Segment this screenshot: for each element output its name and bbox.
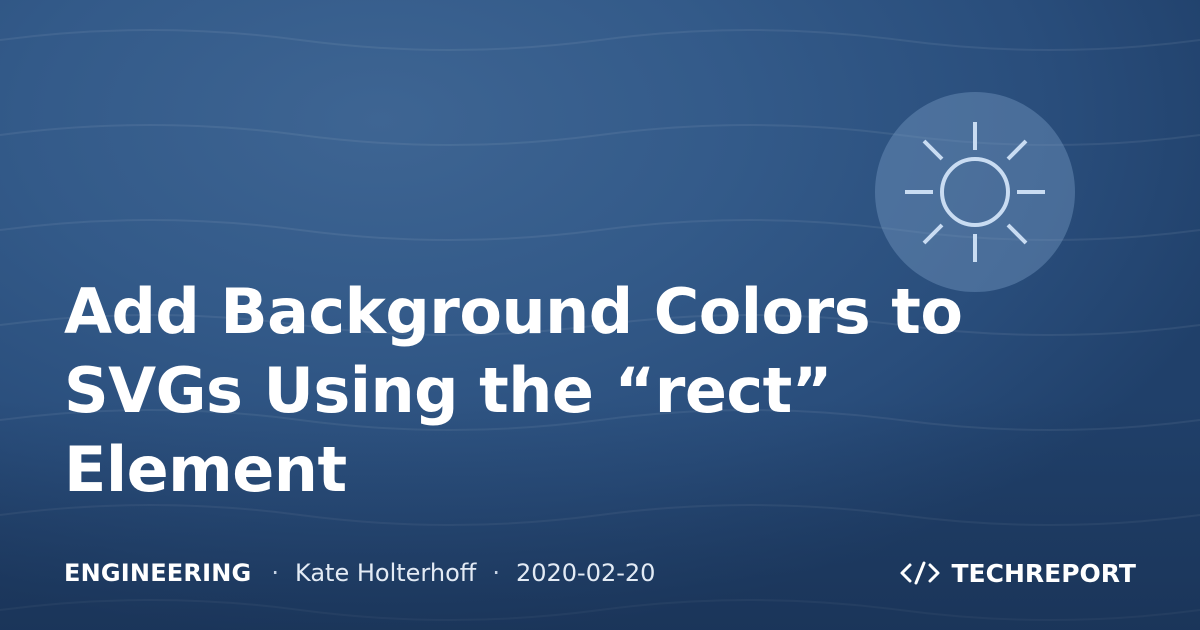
category-label: ENGINEERING <box>64 559 252 587</box>
title-line: Add Background Colors to <box>64 275 963 348</box>
brand-name: TECHREPORT <box>951 558 1137 588</box>
sun-badge <box>875 92 1075 292</box>
author-name: Kate Holterhoff <box>295 559 477 587</box>
meta-separator: · <box>271 559 280 587</box>
article-meta: ENGINEERING · Kate Holterhoff · 2020-02-… <box>64 556 655 590</box>
title-line: Element <box>64 433 347 506</box>
share-card: Add Background Colors to SVGs Using the … <box>0 0 1200 630</box>
brand-logo: TECHREPORT <box>898 556 1137 590</box>
article-title: Add Background Colors to SVGs Using the … <box>64 272 1024 509</box>
sun-icon <box>905 122 1045 262</box>
code-brackets-icon <box>898 559 942 587</box>
meta-separator: · <box>492 559 500 587</box>
title-line: SVGs Using the “rect” <box>64 354 833 427</box>
publish-date: 2020-02-20 <box>515 559 656 587</box>
